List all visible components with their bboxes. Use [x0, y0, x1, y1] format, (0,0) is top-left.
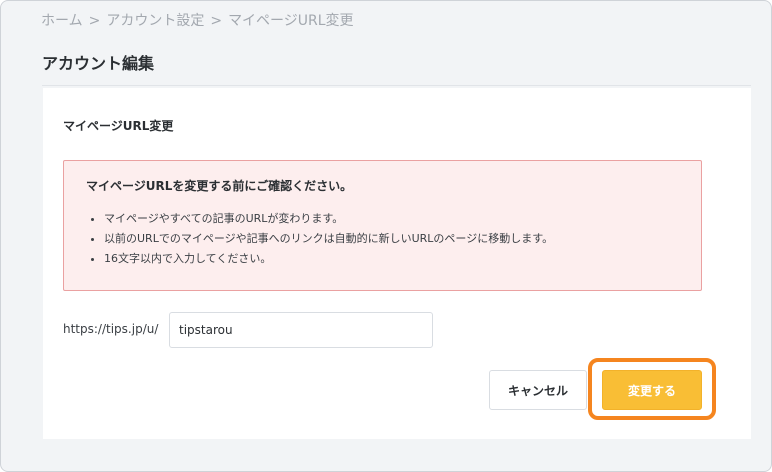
- alert-list: マイページやすべての記事のURLが変わります。 以前のURLでのマイページや記事…: [86, 209, 553, 269]
- breadcrumb-separator: >: [88, 13, 101, 29]
- breadcrumb-account-settings-link[interactable]: アカウント設定: [106, 13, 204, 29]
- alert-title: マイページURLを変更する前にご確認ください。: [86, 179, 353, 193]
- section-title: マイページURL変更: [63, 119, 174, 133]
- breadcrumb-separator: >: [210, 13, 223, 29]
- warning-alert: マイページURLを変更する前にご確認ください。 マイページやすべての記事のURL…: [63, 160, 702, 291]
- alert-item: 以前のURLでのマイページや記事へのリンクは自動的に新しいURLのページに移動し…: [104, 229, 553, 249]
- url-prefix: https://tips.jp/u/: [63, 322, 159, 336]
- title-divider: [42, 85, 751, 86]
- submit-change-button[interactable]: 変更する: [602, 370, 702, 410]
- alert-item: 16文字以内で入力してください。: [104, 249, 553, 269]
- cancel-button[interactable]: キャンセル: [489, 370, 587, 410]
- url-slug-input[interactable]: [169, 312, 433, 348]
- breadcrumb-current: マイページURL変更: [228, 13, 354, 29]
- page-title: アカウント編集: [42, 54, 155, 73]
- breadcrumb-home-link[interactable]: ホーム: [41, 13, 83, 29]
- alert-item: マイページやすべての記事のURLが変わります。: [104, 209, 553, 229]
- breadcrumb: ホーム > アカウント設定 > マイページURL変更: [41, 10, 354, 30]
- app-window: ホーム > アカウント設定 > マイページURL変更 アカウント編集 マイページURL変…: [0, 0, 772, 472]
- settings-card: マイページURL変更 マイページURLを変更する前にご確認ください。 マイページ…: [43, 88, 751, 439]
